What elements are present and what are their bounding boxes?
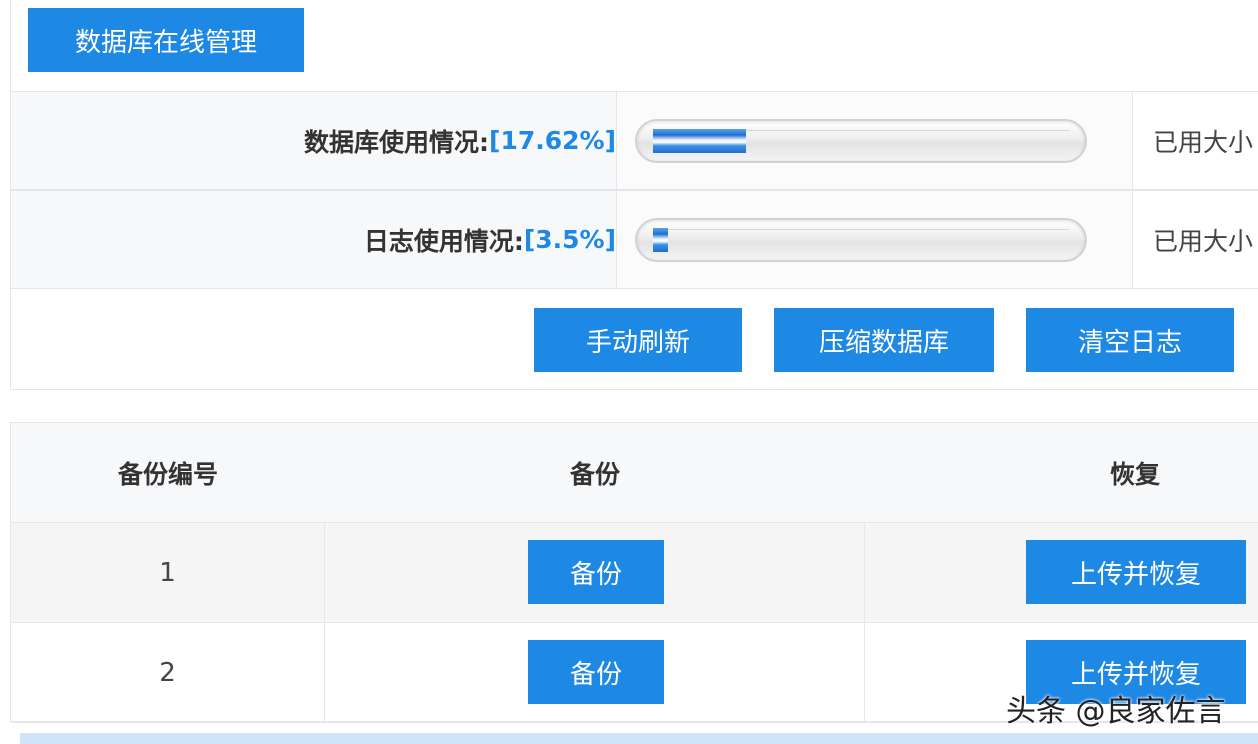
database-used-size: 已用大小 bbox=[1133, 92, 1258, 189]
column-header-backup-number: 备份编号 bbox=[117, 459, 218, 489]
restore-cell: 上传并恢复 bbox=[865, 523, 1258, 622]
database-usage-row: 数据库使用情况: [17.62%] 已用大小 bbox=[11, 91, 1258, 190]
table-row: 1 备份 上传并恢复 bbox=[11, 523, 1258, 623]
log-used-size: 已用大小 bbox=[1133, 191, 1258, 288]
database-usage-progress-fill bbox=[653, 129, 746, 153]
backup-cell: 备份 bbox=[325, 523, 865, 622]
backup-button[interactable]: 备份 bbox=[528, 640, 664, 704]
clear-log-button[interactable]: 清空日志 bbox=[1026, 308, 1234, 372]
database-online-management-button[interactable]: 数据库在线管理 bbox=[28, 8, 304, 72]
log-usage-progress-bar bbox=[635, 218, 1087, 262]
backup-cell: 备份 bbox=[325, 623, 865, 722]
backup-number-cell: 2 bbox=[11, 623, 325, 722]
bottom-strip bbox=[20, 733, 1258, 744]
database-usage-progress-bar bbox=[635, 119, 1087, 163]
backup-table: 备份编号 备份 恢复 1 备份 上传并恢复 2 备份 上传并恢复 bbox=[10, 422, 1258, 723]
manual-refresh-button[interactable]: 手动刷新 bbox=[534, 308, 742, 372]
upload-and-restore-button[interactable]: 上传并恢复 bbox=[1026, 540, 1246, 604]
column-header-backup: 备份 bbox=[569, 459, 620, 489]
log-usage-bar-cell bbox=[617, 191, 1133, 288]
database-usage-label-cell: 数据库使用情况: [17.62%] bbox=[11, 92, 617, 189]
log-usage-label-cell: 日志使用情况: [3.5%] bbox=[11, 191, 617, 288]
backup-number-cell: 1 bbox=[11, 523, 325, 622]
watermark: 头条 @良家佐言 bbox=[1006, 694, 1226, 729]
database-usage-bar-cell bbox=[617, 92, 1133, 189]
log-usage-label: 日志使用情况: bbox=[363, 226, 524, 256]
backup-table-header: 备份编号 备份 恢复 bbox=[11, 423, 1258, 523]
log-usage-percent: [3.5%] bbox=[523, 225, 616, 254]
progress-track bbox=[653, 229, 1069, 230]
log-usage-progress-fill bbox=[653, 228, 668, 252]
column-header-restore: 恢复 bbox=[1109, 459, 1160, 489]
database-usage-label: 数据库使用情况: bbox=[304, 127, 490, 157]
backup-button[interactable]: 备份 bbox=[528, 540, 664, 604]
log-usage-row: 日志使用情况: [3.5%] 已用大小 bbox=[11, 190, 1258, 289]
compress-database-button[interactable]: 压缩数据库 bbox=[774, 308, 994, 372]
database-usage-percent: [17.62%] bbox=[489, 126, 616, 155]
